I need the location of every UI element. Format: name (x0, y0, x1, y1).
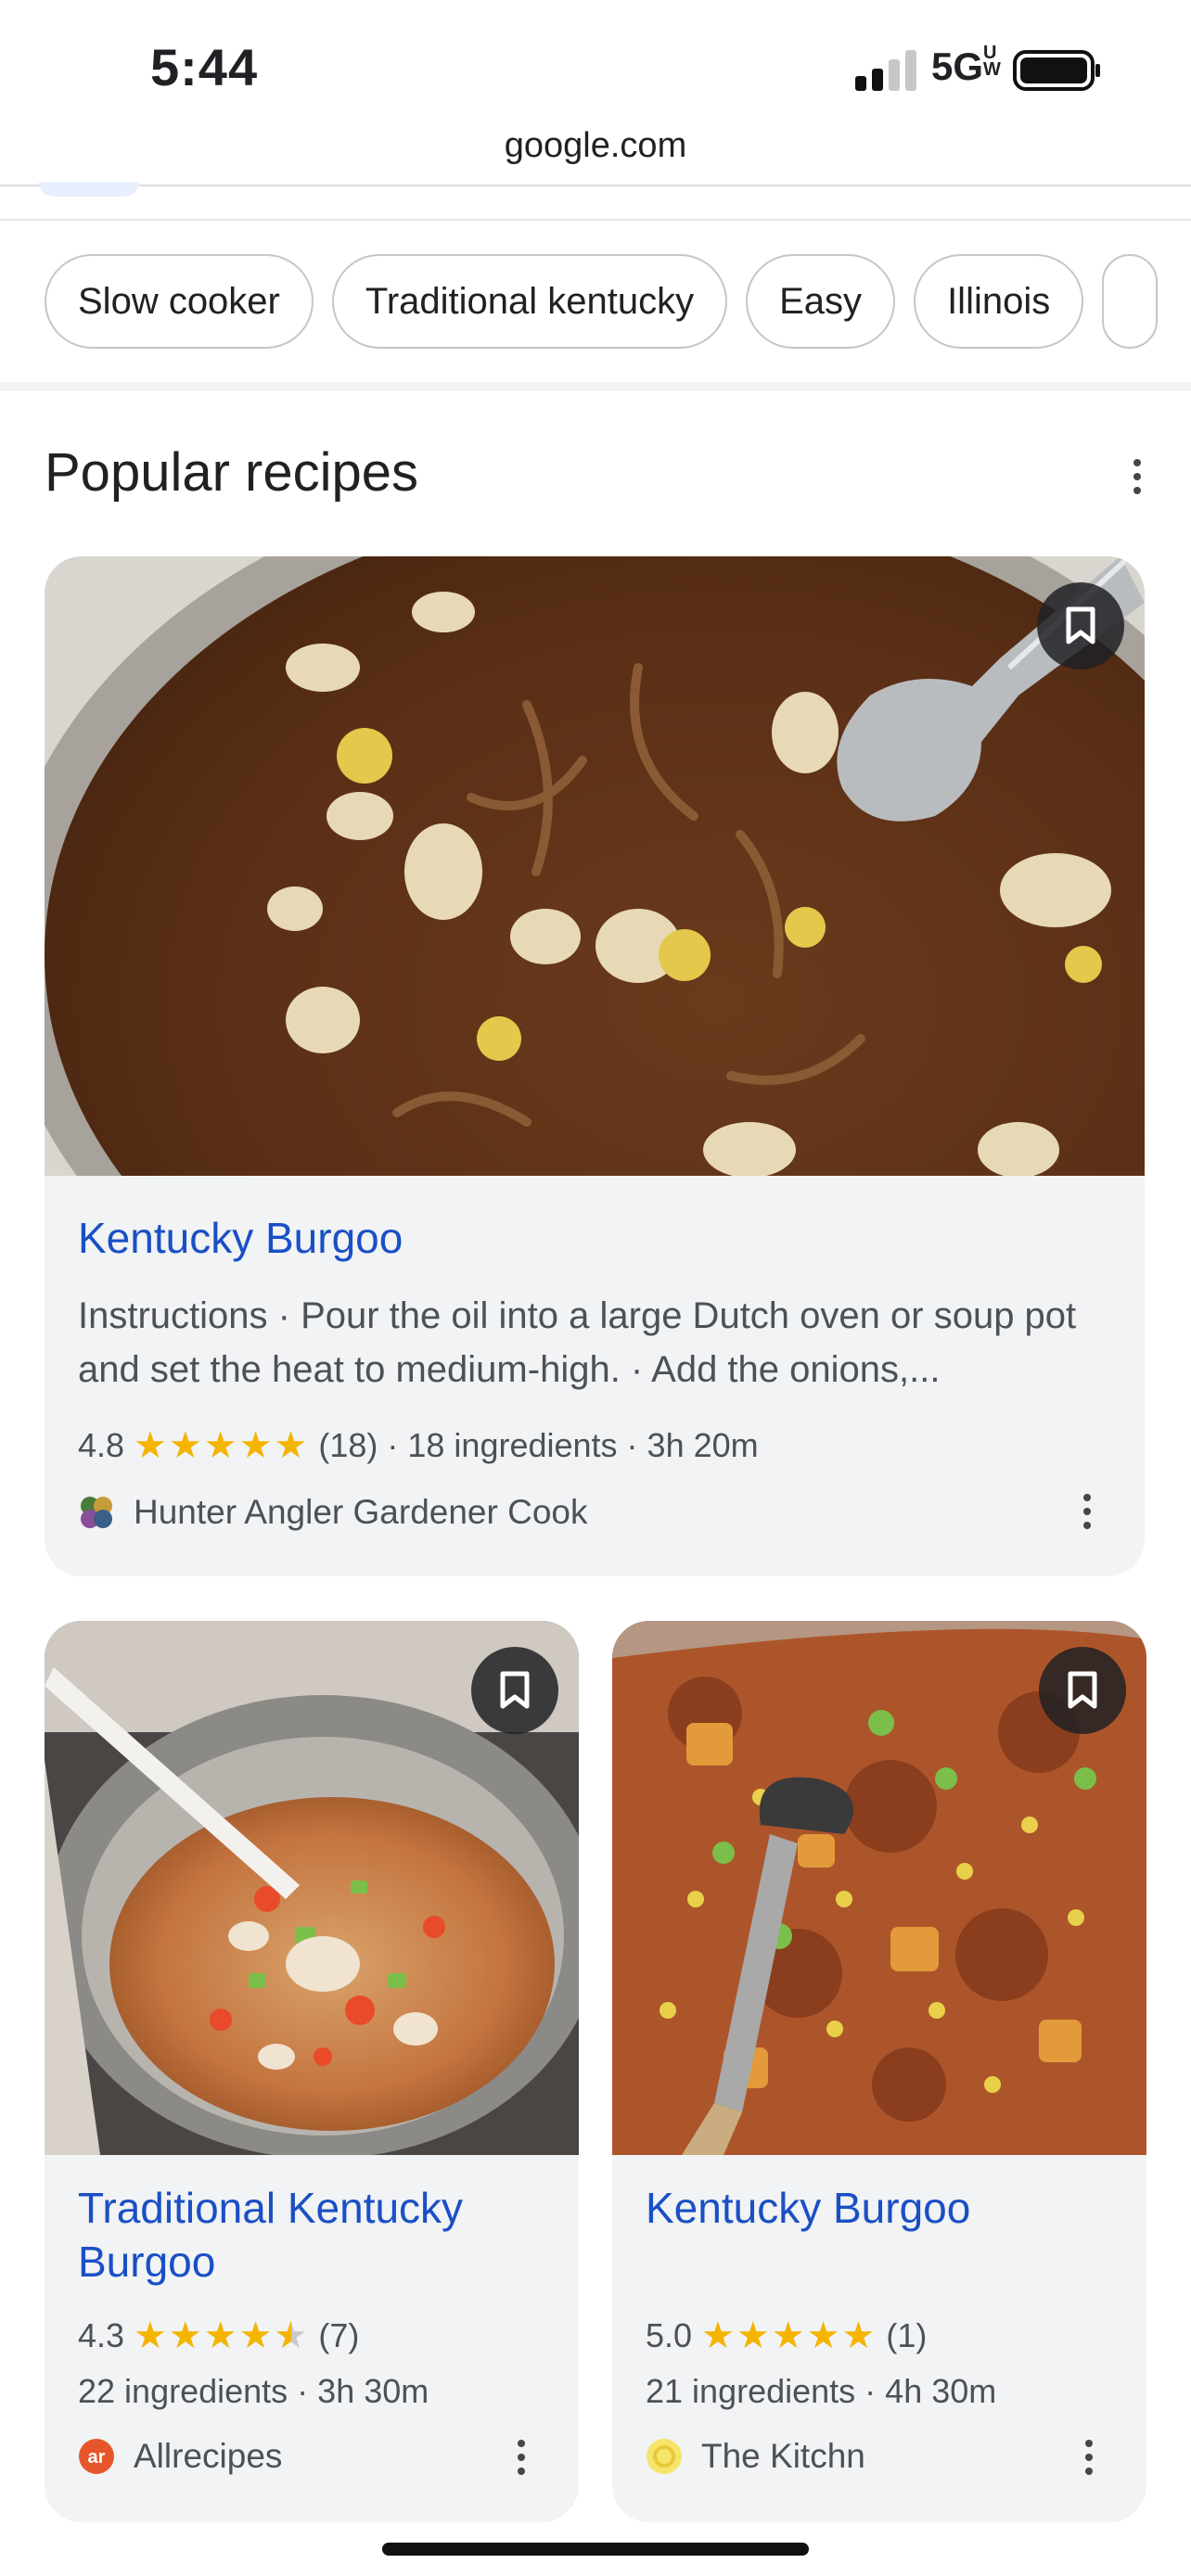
chip-easy[interactable]: Easy (746, 254, 896, 349)
source-name-2: Allrecipes (134, 2437, 283, 2475)
allrecipes-favicon-icon: ar (79, 2439, 114, 2474)
section-divider (0, 382, 1191, 391)
review-count-1: (18) (318, 1426, 378, 1464)
ingredient-count-3: 21 ingredients (646, 2372, 856, 2410)
star-rating-icon: ★★★★★ (134, 1425, 310, 1466)
recipe-description-1: Instructions · Pour the oil into a large… (78, 1295, 1077, 1390)
chip-illinois[interactable]: Illinois (914, 254, 1084, 349)
address-bar-url[interactable]: google.com (0, 126, 1191, 166)
recipe-more-options-icon[interactable] (1069, 1484, 1106, 1539)
recipe-title-3[interactable]: Kentucky Burgoo (646, 2181, 1109, 2235)
chips-top-divider (0, 219, 1191, 221)
scrolled-tab-indicator (39, 182, 139, 197)
ingredient-count-2: 22 ingredients (78, 2372, 288, 2410)
section-more-options-icon[interactable] (1119, 449, 1156, 504)
recipe-card-2[interactable]: Traditional Kentucky Burgoo 4.3 ★★★★★★ (… (45, 1621, 579, 2522)
recipe-title-1[interactable]: Kentucky Burgoo (78, 1211, 403, 1265)
star-rating-icon: ★★★★★ (701, 2315, 877, 2356)
status-bar: 5:44 5GUW google.com (0, 0, 1191, 165)
chip-slow-cooker[interactable]: Slow cooker (45, 254, 314, 349)
rating-value-1: 4.8 (78, 1426, 125, 1464)
recipe-meta-1: 4.8 ★★★★★ (18) · 18 ingredients · 3h 20m (78, 1424, 759, 1467)
meta-separator: · (626, 1426, 638, 1464)
status-time: 5:44 (150, 38, 259, 96)
bookmark-button-1[interactable] (1037, 582, 1124, 670)
source-name-1: Hunter Angler Gardener Cook (134, 1493, 588, 1531)
cellular-signal-icon (855, 50, 916, 91)
svg-text:ar: ar (88, 2447, 106, 2468)
bookmark-icon (500, 1671, 530, 1709)
review-count-2: (7) (318, 2316, 360, 2354)
recipe-title-2[interactable]: Traditional Kentucky Burgoo (78, 2181, 523, 2289)
chip-traditional-kentucky[interactable]: Traditional kentucky (331, 254, 728, 349)
toolbar-divider (0, 185, 1191, 186)
rating-value-2: 4.3 (78, 2316, 125, 2354)
battery-icon (1013, 50, 1100, 91)
recipe-rating-3: 5.0 ★★★★★ (1) (646, 2315, 927, 2357)
bookmark-button-3[interactable] (1039, 1647, 1126, 1734)
network-type: 5G (931, 45, 984, 88)
meta-separator: · (864, 2372, 877, 2410)
cook-time-3: 4h 30m (885, 2372, 997, 2410)
review-count-3: (1) (886, 2316, 928, 2354)
network-indicator: 5GUW (931, 43, 1005, 89)
cook-time-1: 3h 20m (647, 1426, 759, 1464)
recipe-card-1[interactable]: Kentucky Burgoo Instructions · Pour the … (45, 556, 1145, 1576)
recipe-source-1[interactable]: Hunter Angler Gardener Cook (78, 1493, 588, 1532)
network-badge: UW (983, 43, 1001, 80)
bookmark-button-2[interactable] (471, 1647, 558, 1734)
chip-more[interactable] (1102, 254, 1159, 349)
bookmark-icon (1066, 606, 1095, 644)
bookmark-icon (1068, 1671, 1097, 1709)
section-title: Popular recipes (45, 442, 418, 503)
recipe-card-3[interactable]: Kentucky Burgoo 5.0 ★★★★★ (1) 21 ingredi… (612, 1621, 1146, 2522)
filter-chips: Slow cooker Traditional kentucky Easy Il… (45, 254, 1159, 352)
ingredient-count-1: 18 ingredients (407, 1426, 618, 1464)
star-rating-icon: ★★★★★★ (134, 2315, 310, 2356)
recipe-source-2[interactable]: ar Allrecipes (78, 2437, 282, 2476)
the-kitchn-favicon-icon (647, 2439, 682, 2474)
source-name-3: The Kitchn (701, 2437, 865, 2475)
hunter-angler-favicon-icon (81, 1497, 112, 1528)
cook-time-2: 3h 30m (317, 2372, 429, 2410)
recipe-rating-2: 4.3 ★★★★★★ (7) (78, 2315, 359, 2357)
recipe-meta-3: 21 ingredients · 4h 30m (646, 2372, 996, 2411)
home-indicator[interactable] (382, 2543, 809, 2556)
meta-separator: · (387, 1426, 399, 1464)
recipe-source-3[interactable]: The Kitchn (646, 2437, 865, 2476)
recipe-image-1 (45, 556, 1145, 1176)
recipe-meta-2: 22 ingredients · 3h 30m (78, 2372, 429, 2411)
meta-separator: · (297, 2372, 309, 2410)
rating-value-3: 5.0 (646, 2316, 693, 2354)
recipe-more-options-icon[interactable] (1070, 2429, 1108, 2485)
recipe-more-options-icon[interactable] (503, 2429, 540, 2485)
